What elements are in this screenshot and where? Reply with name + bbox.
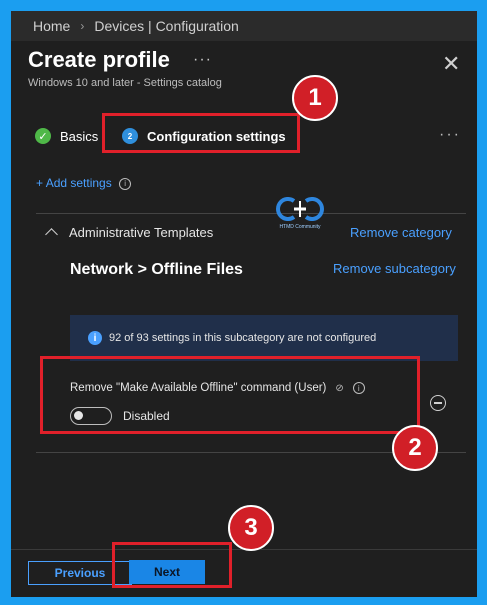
annotation-badge-2: 2 xyxy=(392,425,438,471)
info-banner: i 92 of 93 settings in this subcategory … xyxy=(70,315,458,361)
info-circle-icon: i xyxy=(88,331,102,345)
highlight-box-configuration xyxy=(102,113,300,153)
logo-mark xyxy=(276,197,324,221)
chevron-up-icon[interactable] xyxy=(45,228,58,241)
page-subtitle: Windows 10 and later - Settings catalog xyxy=(28,77,222,89)
remove-setting-icon[interactable] xyxy=(430,395,446,411)
step-basics[interactable]: ✓ Basics xyxy=(35,128,98,144)
page-title: Create profile xyxy=(28,47,170,72)
title-more-icon[interactable]: ··· xyxy=(193,51,212,69)
divider xyxy=(36,213,466,214)
add-settings-label: Add settings xyxy=(45,176,112,190)
add-settings-link[interactable]: + Add settings i xyxy=(36,176,132,190)
logo-text: HTMD Community xyxy=(279,224,321,230)
breadcrumb-separator: › xyxy=(80,19,85,33)
info-banner-text: 92 of 93 settings in this subcategory ar… xyxy=(109,332,377,344)
step-basics-label: Basics xyxy=(60,128,99,144)
htmd-community-logo: HTMD Community xyxy=(274,197,326,230)
check-icon: ✓ xyxy=(35,128,51,144)
annotation-badge-1: 1 xyxy=(292,75,338,121)
subcategory-title: Network > Offline Files xyxy=(70,261,243,278)
steps-more-icon[interactable]: ··· xyxy=(439,126,461,144)
highlight-box-setting xyxy=(40,356,420,434)
close-icon[interactable]: ✕ xyxy=(442,51,460,77)
plus-icon: + xyxy=(36,176,44,190)
breadcrumb-devices-configuration[interactable]: Devices | Configuration xyxy=(94,18,238,34)
category-header[interactable]: Administrative Templates xyxy=(45,225,214,241)
category-name: Administrative Templates xyxy=(69,225,214,240)
remove-subcategory-link[interactable]: Remove subcategory xyxy=(333,261,456,276)
highlight-box-next xyxy=(112,542,232,588)
annotation-badge-3: 3 xyxy=(228,505,274,551)
breadcrumb-home[interactable]: Home xyxy=(33,18,70,34)
remove-category-link[interactable]: Remove category xyxy=(350,225,452,240)
breadcrumb: Home › Devices | Configuration xyxy=(11,11,477,41)
info-icon[interactable]: i xyxy=(119,177,132,190)
